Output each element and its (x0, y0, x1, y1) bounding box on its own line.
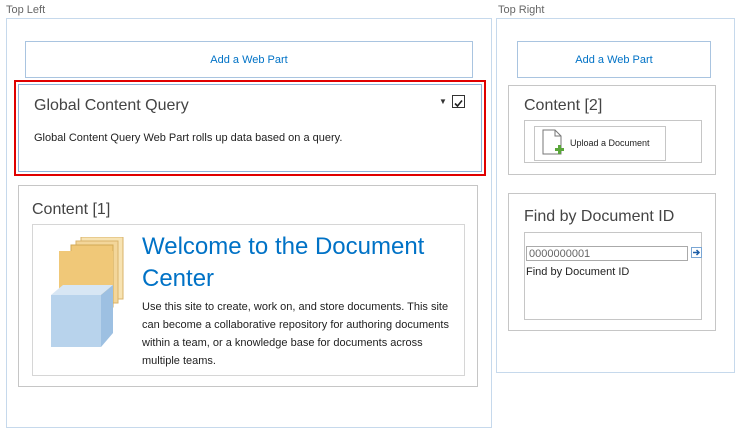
welcome-text: Use this site to create, work on, and st… (142, 301, 449, 367)
zone-label-top-right: Top Right (498, 4, 545, 16)
upload-document-button[interactable]: Upload a Document (534, 126, 666, 161)
folder-document-icon (51, 237, 124, 347)
find-by-id-title: Find by Document ID (524, 208, 675, 225)
find-by-id-caption: Find by Document ID (526, 266, 630, 278)
webpart-select-checkbox[interactable] (452, 95, 465, 108)
global-content-query-description: Global Content Query Web Part rolls up d… (34, 132, 343, 144)
content-1-title: Content [1] (32, 201, 111, 218)
document-id-input[interactable] (526, 246, 688, 261)
global-content-query-webpart[interactable]: Global Content Query Global Content Quer… (18, 84, 482, 172)
upload-document-label: Upload a Document (570, 138, 650, 148)
global-content-query-title: Global Content Query (34, 97, 189, 114)
dropdown-arrow-icon[interactable]: ▼ (439, 97, 447, 106)
add-web-part-button-top-right[interactable]: Add a Web Part (517, 41, 711, 78)
arrow-go-icon[interactable] (691, 247, 702, 258)
add-web-part-button-top-left[interactable]: Add a Web Part (25, 41, 473, 78)
find-by-id-panel: Find by Document ID (524, 232, 702, 320)
upload-document-box: Upload a Document (524, 120, 702, 163)
content-1-webpart[interactable]: Content [1] Welcome to the Document Cent… (18, 185, 478, 387)
zone-label-top-left: Top Left (6, 4, 46, 16)
welcome-panel: Welcome to the Document Center Use this … (32, 224, 465, 376)
find-by-document-id-webpart[interactable]: Find by Document ID Find by Document ID (508, 193, 716, 331)
document-add-icon (542, 129, 564, 155)
selected-webpart-outline: Global Content Query Global Content Quer… (14, 80, 486, 176)
checkmark-icon (454, 99, 463, 108)
content-2-title: Content [2] (524, 97, 603, 114)
welcome-title: Welcome to the Document Center (142, 233, 425, 292)
content-2-webpart[interactable]: Content [2] Upload a Document (508, 85, 716, 175)
